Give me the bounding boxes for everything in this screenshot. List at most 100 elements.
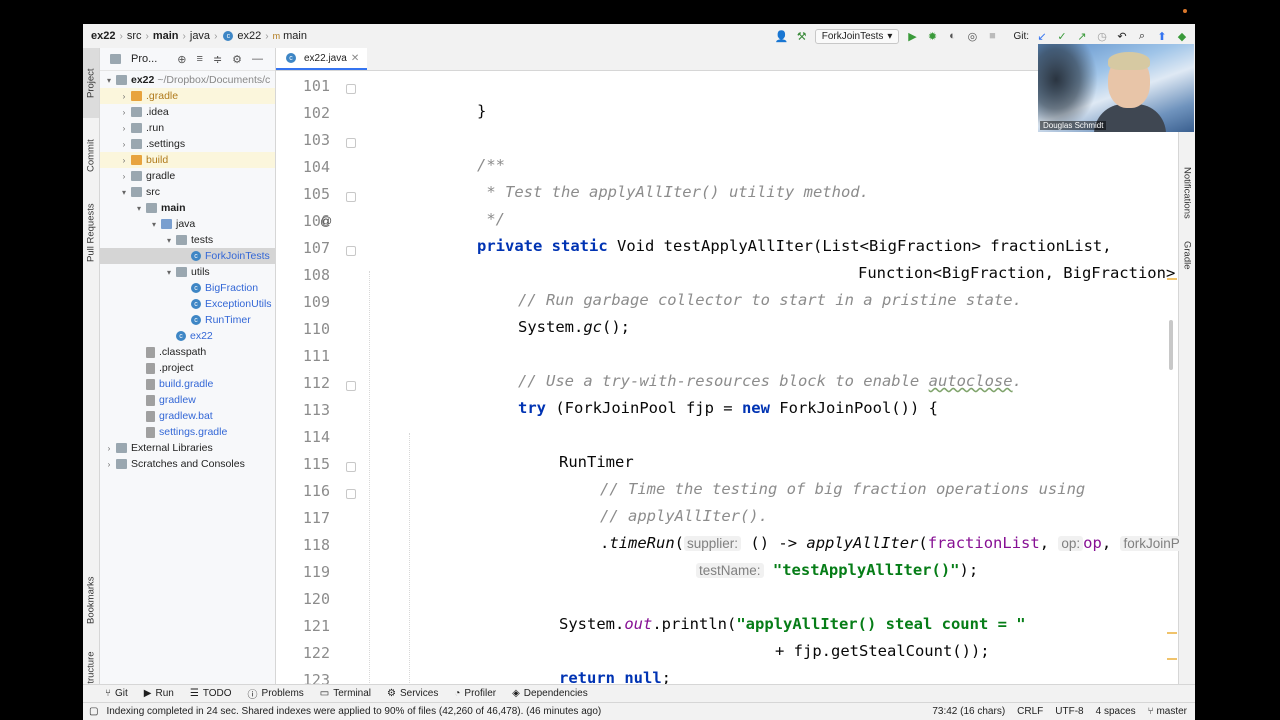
- git-commit-icon[interactable]: ✓: [1055, 29, 1069, 43]
- warning-marker[interactable]: [1167, 658, 1177, 660]
- tree-item[interactable]: ▾ tests: [100, 232, 275, 248]
- rollback-icon[interactable]: ↶: [1115, 29, 1129, 43]
- tree-item[interactable]: ▾ ex22 ~/Dropbox/Documents/c: [100, 72, 275, 88]
- editor-scrollbar[interactable]: [1169, 320, 1173, 370]
- chevron-right-icon[interactable]: ›: [119, 92, 129, 101]
- tree-item[interactable]: c ex22: [100, 328, 275, 344]
- tool-todo[interactable]: ☰ TODO: [190, 688, 232, 699]
- update-icon[interactable]: ⬆: [1155, 29, 1169, 43]
- project-panel-title[interactable]: Pro...: [131, 53, 157, 65]
- tool-git[interactable]: ⑂ Git: [105, 688, 128, 699]
- tool-profiler[interactable]: ◔ Profiler: [454, 688, 496, 699]
- tool-services[interactable]: ⚙ Services: [387, 688, 438, 699]
- indent-setting[interactable]: 4 spaces: [1096, 706, 1136, 717]
- breadcrumb-src[interactable]: src: [127, 30, 142, 42]
- tree-item[interactable]: build.gradle: [100, 376, 275, 392]
- run-icon[interactable]: ▶: [905, 29, 919, 43]
- tab-project[interactable]: Project: [83, 48, 99, 118]
- tab-bookmarks[interactable]: Bookmarks: [83, 568, 99, 633]
- tree-item[interactable]: › External Libraries: [100, 440, 275, 456]
- search-icon[interactable]: ⌕: [1135, 29, 1149, 43]
- expand-all-icon[interactable]: ≑: [213, 53, 222, 66]
- tab-notifications[interactable]: Notifications: [1179, 158, 1195, 228]
- chevron-down-icon[interactable]: ▾: [149, 220, 159, 229]
- git-branch[interactable]: ⑂ master: [1148, 706, 1187, 717]
- git-push-icon[interactable]: ↗: [1075, 29, 1089, 43]
- chevron-down-icon[interactable]: ▾: [134, 204, 144, 213]
- line-separator[interactable]: CRLF: [1017, 706, 1043, 717]
- tree-item[interactable]: ▾ src: [100, 184, 275, 200]
- tree-item[interactable]: gradlew.bat: [100, 408, 275, 424]
- chevron-right-icon[interactable]: ›: [119, 108, 129, 117]
- tree-item[interactable]: › .idea: [100, 104, 275, 120]
- tool-run[interactable]: ▶ Run: [144, 688, 174, 699]
- tab-pull-requests[interactable]: Pull Requests: [83, 193, 99, 273]
- caret-position[interactable]: 73:42 (16 chars): [932, 706, 1005, 717]
- fold-icon[interactable]: [346, 246, 356, 256]
- debug-icon[interactable]: ✹: [925, 29, 939, 43]
- breadcrumb-method[interactable]: main: [283, 30, 307, 42]
- fold-icon[interactable]: [346, 84, 356, 94]
- chevron-down-icon[interactable]: ▾: [164, 268, 174, 277]
- fold-icon[interactable]: [346, 489, 356, 499]
- tree-item[interactable]: .classpath: [100, 344, 275, 360]
- fold-icon[interactable]: [346, 192, 356, 202]
- fold-icon[interactable]: [346, 138, 356, 148]
- fold-icon[interactable]: [346, 462, 356, 472]
- minimize-icon[interactable]: —: [252, 53, 263, 66]
- hammer-icon[interactable]: ⚒: [795, 29, 809, 43]
- coverage-icon[interactable]: ◐: [945, 29, 959, 43]
- git-update-icon[interactable]: ↙: [1035, 29, 1049, 43]
- tree-item[interactable]: › build: [100, 152, 275, 168]
- tab-commit[interactable]: Commit: [83, 128, 99, 183]
- chevron-down-icon[interactable]: ▾: [104, 76, 114, 85]
- tree-item[interactable]: › .settings: [100, 136, 275, 152]
- tree-item[interactable]: gradlew: [100, 392, 275, 408]
- breadcrumb-project[interactable]: ex22: [91, 30, 115, 42]
- collapse-all-icon[interactable]: ≡: [197, 53, 203, 66]
- chevron-right-icon[interactable]: ›: [119, 172, 129, 181]
- tree-item[interactable]: › gradle: [100, 168, 275, 184]
- code-area[interactable]: } /** * Test the applyAllIter() utility …: [359, 71, 1179, 687]
- run-config-select[interactable]: ForkJoinTests ▾: [814, 28, 900, 44]
- plugin-icon[interactable]: ◆: [1175, 29, 1189, 43]
- breadcrumb-main[interactable]: main: [153, 30, 179, 42]
- history-icon[interactable]: ◷: [1095, 29, 1109, 43]
- user-icon[interactable]: 👤: [775, 29, 789, 43]
- status-message[interactable]: Indexing completed in 24 sec. Shared ind…: [106, 706, 601, 717]
- warning-marker[interactable]: [1167, 632, 1177, 634]
- tree-item[interactable]: ▾ main: [100, 200, 275, 216]
- chevron-right-icon[interactable]: ›: [119, 140, 129, 149]
- tab-ex22-java[interactable]: c ex22.java ✕: [276, 48, 368, 70]
- chevron-down-icon[interactable]: ▾: [164, 236, 174, 245]
- tree-item[interactable]: c ForkJoinTests: [100, 248, 275, 264]
- tool-dependencies[interactable]: ◈ Dependencies: [512, 688, 588, 699]
- tree-item[interactable]: ▾ utils: [100, 264, 275, 280]
- override-icon[interactable]: @: [320, 214, 332, 228]
- tree-item[interactable]: c ExceptionUtils: [100, 296, 275, 312]
- close-icon[interactable]: ✕: [351, 53, 359, 64]
- fold-icon[interactable]: [346, 381, 356, 391]
- chevron-right-icon[interactable]: ›: [119, 156, 129, 165]
- tree-item[interactable]: c RunTimer: [100, 312, 275, 328]
- tree-item[interactable]: settings.gradle: [100, 424, 275, 440]
- gear-icon[interactable]: ⚙: [232, 53, 242, 66]
- tree-item[interactable]: ▾ java: [100, 216, 275, 232]
- tree-item[interactable]: › .run: [100, 120, 275, 136]
- tree-item[interactable]: › .gradle: [100, 88, 275, 104]
- tab-gradle[interactable]: Gradle: [1179, 233, 1195, 278]
- stop-icon[interactable]: ■: [985, 29, 999, 43]
- breadcrumb-class[interactable]: ex22: [237, 30, 261, 42]
- tool-terminal[interactable]: ▭ Terminal: [320, 688, 371, 699]
- breadcrumb-java[interactable]: java: [190, 30, 210, 42]
- warning-marker[interactable]: [1167, 278, 1177, 280]
- tool-problems[interactable]: ⓘ Problems: [248, 686, 304, 701]
- chevron-right-icon[interactable]: ›: [104, 444, 114, 453]
- file-encoding[interactable]: UTF-8: [1055, 706, 1083, 717]
- tree-item[interactable]: › Scratches and Consoles: [100, 456, 275, 472]
- tree-item[interactable]: c BigFraction: [100, 280, 275, 296]
- chevron-right-icon[interactable]: ›: [119, 124, 129, 133]
- profile-icon[interactable]: ◎: [965, 29, 979, 43]
- target-icon[interactable]: ⊕: [177, 53, 186, 66]
- chevron-right-icon[interactable]: ›: [104, 460, 114, 469]
